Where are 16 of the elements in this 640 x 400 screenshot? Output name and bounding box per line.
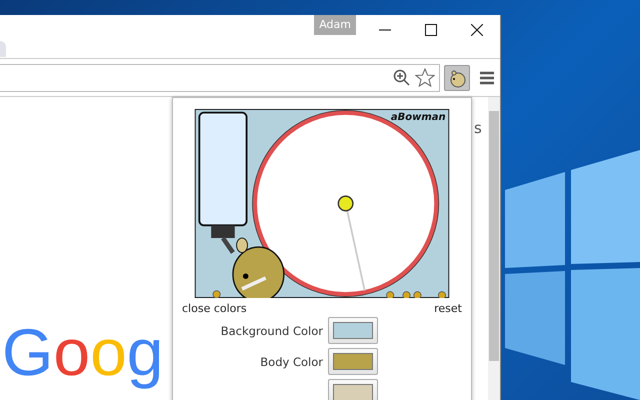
color-picker-button[interactable]	[328, 379, 378, 400]
color-picker-button[interactable]	[328, 317, 378, 344]
color-label: Background Color	[220, 324, 323, 338]
maximize-icon	[425, 24, 437, 36]
text-link[interactable]: close colors	[182, 302, 247, 315]
close-icon	[471, 24, 483, 36]
color-label: Body Color	[260, 354, 323, 368]
zoom-icon[interactable]	[393, 68, 411, 86]
color-picker-button[interactable]	[328, 348, 378, 375]
text-link[interactable]: reset	[434, 302, 462, 315]
signature-text: aBowman	[390, 112, 446, 123]
menu-icon[interactable]	[480, 70, 494, 84]
hamster-extension-button[interactable]	[444, 64, 470, 90]
bookmark-star-icon[interactable]	[415, 68, 435, 88]
scrollbar[interactable]	[488, 97, 500, 400]
page-text: s	[474, 119, 482, 137]
